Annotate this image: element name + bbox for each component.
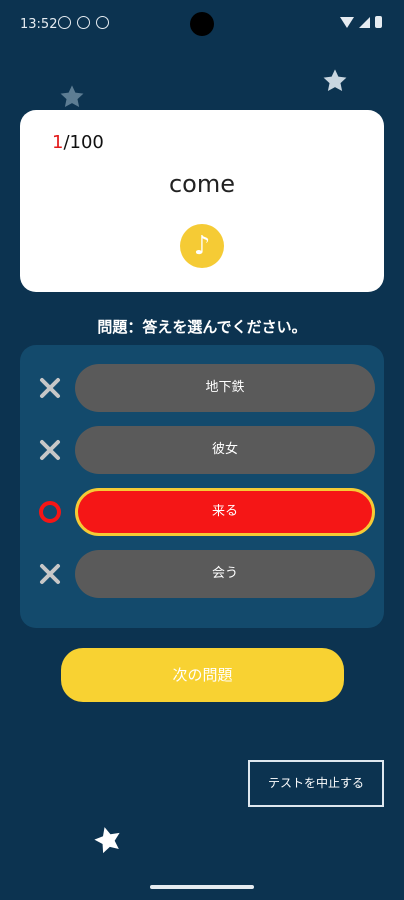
choice-row: 彼女 [20,426,384,474]
info-icon [58,16,71,29]
star-icon [323,69,347,92]
wrong-mark-icon [40,440,60,460]
wifi-icon [340,17,354,28]
next-question-button[interactable]: 次の問題 [61,648,344,702]
music-note-icon: ♪ [193,231,211,261]
choice-button[interactable]: 地下鉄 [75,364,375,412]
wrong-mark-icon [40,378,60,398]
status-time: 13:52 [20,17,58,32]
correct-mark-icon [39,501,61,523]
choice-button[interactable]: 会う [75,550,375,598]
star-icon [60,85,84,108]
question-prompt: 問題：答えを選んでください。 [97,318,307,336]
choice-button[interactable]: 彼女 [75,426,375,474]
signal-icon [359,17,370,28]
play-audio-button[interactable]: ♪ [180,224,224,268]
star-icon [94,827,120,854]
question-word: come [168,170,236,198]
progress-current: 1 [52,132,64,153]
no-disturb-icon [77,16,90,29]
quit-test-button[interactable]: テストを中止する [248,760,384,807]
home-indicator[interactable] [150,885,254,889]
progress-total: /100 [63,132,104,153]
wrong-mark-icon [40,564,60,584]
choice-row: 地下鉄 [20,364,384,412]
app-icon [96,16,109,29]
choice-button-correct[interactable]: 来る [75,488,375,536]
choices-panel: 地下鉄 彼女 来る 会う [20,345,384,628]
battery-icon [375,16,382,28]
status-bar: 13:52 [0,0,404,50]
progress-indicator: 1/100 [52,132,104,153]
word-card: 1/100 come ♪ [20,110,384,292]
status-left-icons [58,16,109,29]
choice-row: 会う [20,550,384,598]
choice-row: 来る [20,488,384,536]
camera-cutout [190,12,214,36]
status-right-icons [340,16,382,28]
